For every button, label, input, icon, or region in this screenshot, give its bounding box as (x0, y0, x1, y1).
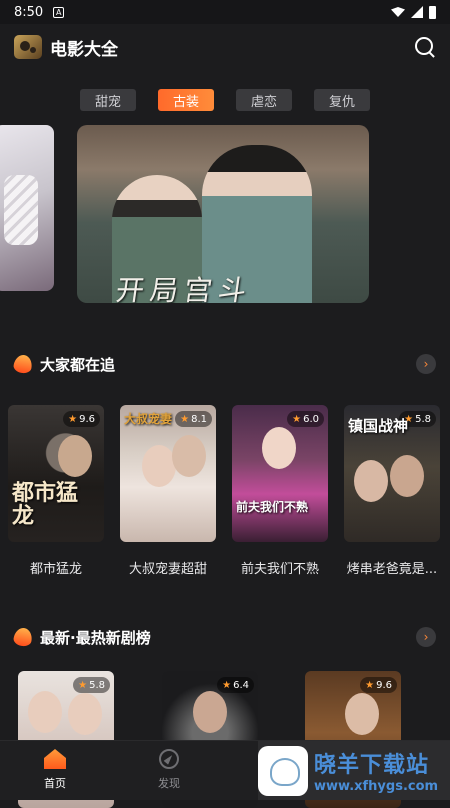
star-icon: ★ (222, 679, 232, 691)
rating-badge: ★ 9.6 (63, 411, 100, 427)
app-logo-icon (14, 35, 42, 59)
poster-title-art: 前夫我们不熟 (236, 500, 309, 515)
poster-figure (58, 435, 92, 477)
poster-figure (68, 693, 102, 735)
rating-badge: ★ 6.4 (217, 677, 254, 693)
star-icon: ★ (365, 679, 375, 691)
tab-nuelian[interactable]: 虐恋 (236, 89, 292, 111)
more-button[interactable]: › (416, 627, 436, 647)
rating-value: 5.8 (89, 679, 105, 691)
status-time: 8:50 (14, 4, 44, 20)
drama-card[interactable]: ★ 9.6 都市猛龙 都市猛龙 (8, 405, 104, 577)
rating-value: 5.8 (415, 413, 431, 425)
search-icon[interactable] (414, 36, 436, 58)
poster-title-art: 大叔宠妻 (124, 412, 173, 426)
drama-card[interactable]: ★ 5.8 镇国战神 烤串老爸竟是... (344, 405, 440, 577)
more-button[interactable]: › (416, 354, 436, 374)
poster-figure (193, 691, 227, 733)
nav-item-discover[interactable]: 发现 (139, 749, 199, 791)
nav-item-home[interactable]: 首页 (25, 749, 85, 791)
poster-image: ★ 5.8 镇国战神 (344, 405, 440, 542)
category-tabs: 甜宠 古装 虐恋 复仇 (0, 89, 450, 111)
battery-icon (429, 5, 436, 19)
tab-tianchong[interactable]: 甜宠 (80, 89, 136, 111)
wifi-icon (391, 7, 405, 17)
rating-value: 6.4 (233, 679, 249, 691)
app-title: 电影大全 (50, 39, 118, 60)
signal-icon (411, 6, 423, 18)
status-bar: 8:50 A (0, 0, 450, 24)
section-header-new-hot: 最新·最热新剧榜 › (12, 625, 436, 649)
rating-badge: ★ 6.0 (287, 411, 324, 427)
card-title: 都市猛龙 (29, 562, 82, 577)
star-icon: ★ (180, 413, 190, 425)
nav-label: 首页 (44, 777, 66, 790)
poster-figure (354, 460, 388, 502)
home-icon (44, 749, 66, 769)
card-title: 烤串老爸竟是... (346, 562, 438, 577)
rating-badge: ★ 5.8 (73, 677, 110, 693)
star-icon: ★ (78, 679, 88, 691)
site-watermark: 晓羊下载站 www.xfhygs.com (258, 741, 450, 800)
poster-figure (262, 427, 296, 469)
section-title: 最新·最热新剧榜 (40, 628, 151, 647)
banner-title-art: 开局宫斗 (113, 274, 255, 303)
poster-image: ★ 8.1 大叔宠妻 (120, 405, 216, 542)
compass-icon (159, 749, 179, 769)
section-header-trending: 大家都在追 › (12, 352, 436, 376)
poster-image: ★ 9.6 都市猛龙 (8, 405, 104, 542)
drama-card[interactable]: ★ 8.1 大叔宠妻 大叔宠妻超甜 (120, 405, 216, 577)
rating-value: 8.1 (191, 413, 207, 425)
notification-icon: A (53, 6, 65, 18)
rating-value: 9.6 (79, 413, 95, 425)
tab-guzhuang[interactable]: 古装 (158, 89, 214, 111)
status-icons (391, 5, 436, 19)
card-title: 大叔宠妻超甜 (128, 562, 207, 577)
star-icon: ★ (68, 413, 78, 425)
rating-value: 9.6 (376, 679, 392, 691)
poster-figure (28, 691, 62, 733)
poster-figure (345, 693, 379, 735)
watermark-url: www.xfhygs.com (314, 779, 439, 794)
poster-figure (390, 455, 424, 497)
watermark-text: 晓羊下载站 www.xfhygs.com (314, 747, 438, 794)
banner-prev-poster[interactable] (0, 125, 54, 291)
poster-figure (142, 445, 176, 487)
fire-icon (12, 626, 34, 648)
section-title: 大家都在追 (40, 355, 116, 374)
watermark-brand: 晓羊下载站 (314, 753, 430, 778)
star-icon: ★ (292, 413, 302, 425)
rating-badge: ★ 8.1 (175, 411, 212, 427)
fire-icon (12, 353, 34, 375)
watermark-logo (258, 745, 308, 796)
card-title: 前夫我们不熟 (240, 562, 319, 577)
drama-card[interactable]: ★ 6.0 前夫我们不熟 前夫我们不熟 (232, 405, 328, 577)
poster-title-art: 都市猛龙 (12, 479, 79, 529)
poster-title-art: 镇国战神 (348, 417, 409, 435)
rating-value: 6.0 (303, 413, 319, 425)
poster-figure (172, 435, 206, 477)
app-bar: 电影大全 (0, 24, 450, 70)
nav-label: 发现 (158, 777, 180, 790)
poster-image: ★ 6.0 前夫我们不熟 (232, 405, 328, 542)
tab-fuchou[interactable]: 复仇 (314, 89, 370, 111)
rating-badge: ★ 9.6 (360, 677, 397, 693)
banner-main-poster[interactable]: 开局宫斗 (77, 125, 369, 303)
